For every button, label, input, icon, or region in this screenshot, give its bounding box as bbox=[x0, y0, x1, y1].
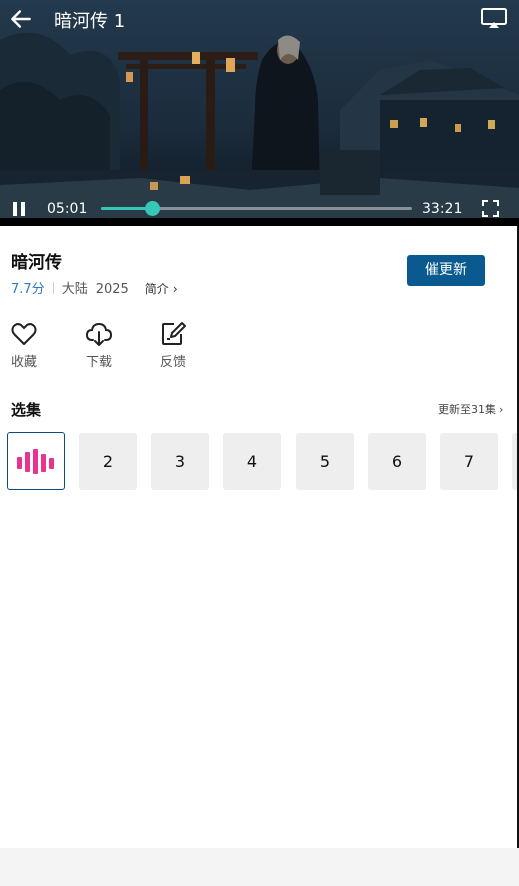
episodes-heading: 选集 bbox=[11, 401, 42, 419]
show-title: 暗河传 bbox=[11, 253, 62, 273]
show-meta: 7.7分 大陆 2025 简介 › bbox=[11, 278, 178, 297]
heart-icon bbox=[11, 323, 37, 345]
pause-icon[interactable] bbox=[10, 200, 28, 218]
episodes-update-link[interactable]: 更新至31集 › bbox=[438, 401, 503, 417]
cast-icon[interactable] bbox=[480, 6, 508, 30]
rating: 7.7分 bbox=[11, 282, 45, 297]
chevron-right-icon: › bbox=[499, 403, 504, 416]
region: 大陆 bbox=[61, 282, 88, 297]
cloud-download-icon bbox=[85, 322, 113, 346]
seek-bar[interactable] bbox=[101, 201, 412, 216]
playing-bars-icon bbox=[17, 449, 54, 474]
chevron-right-icon: › bbox=[172, 282, 178, 296]
year: 2025 bbox=[95, 282, 129, 297]
download-label: 下载 bbox=[85, 355, 112, 370]
feedback-button[interactable]: 反馈 bbox=[153, 320, 193, 370]
download-button[interactable]: 下载 bbox=[79, 320, 119, 370]
total-time: 33:21 bbox=[422, 201, 463, 217]
favorite-button[interactable]: 收藏 bbox=[4, 320, 44, 370]
video-player[interactable]: 暗河传 1 05:01 33:21 bbox=[0, 0, 519, 226]
episode-list[interactable]: 1 2 3 4 5 6 7 8 bbox=[0, 432, 519, 492]
episode-item[interactable]: 1 bbox=[7, 432, 65, 490]
current-time: 05:01 bbox=[47, 201, 88, 217]
meta-divider bbox=[52, 282, 54, 294]
video-title: 暗河传 1 bbox=[54, 11, 126, 32]
seek-thumb[interactable] bbox=[145, 201, 160, 216]
intro-link[interactable]: 简介 › bbox=[145, 282, 178, 296]
episode-item[interactable]: 6 bbox=[368, 433, 426, 490]
intro-label: 简介 bbox=[144, 282, 169, 296]
bottom-bar bbox=[0, 848, 519, 886]
episode-item[interactable]: 7 bbox=[440, 433, 498, 490]
edit-feedback-icon bbox=[162, 322, 186, 345]
episodes-update-info: 更新至31集 bbox=[438, 403, 496, 416]
episode-item[interactable]: 2 bbox=[79, 433, 137, 490]
fullscreen-icon[interactable] bbox=[482, 200, 499, 217]
remind-update-button[interactable]: 催更新 bbox=[407, 255, 485, 286]
player-bottom-edge bbox=[0, 218, 519, 226]
favorite-label: 收藏 bbox=[10, 355, 37, 370]
episode-item[interactable]: 4 bbox=[223, 433, 281, 490]
arrow-left-icon[interactable] bbox=[8, 6, 34, 32]
episode-item[interactable]: 3 bbox=[151, 433, 209, 490]
player-top-bar: 暗河传 1 bbox=[0, 0, 519, 40]
episode-item[interactable]: 5 bbox=[296, 433, 354, 490]
feedback-label: 反馈 bbox=[159, 355, 186, 370]
